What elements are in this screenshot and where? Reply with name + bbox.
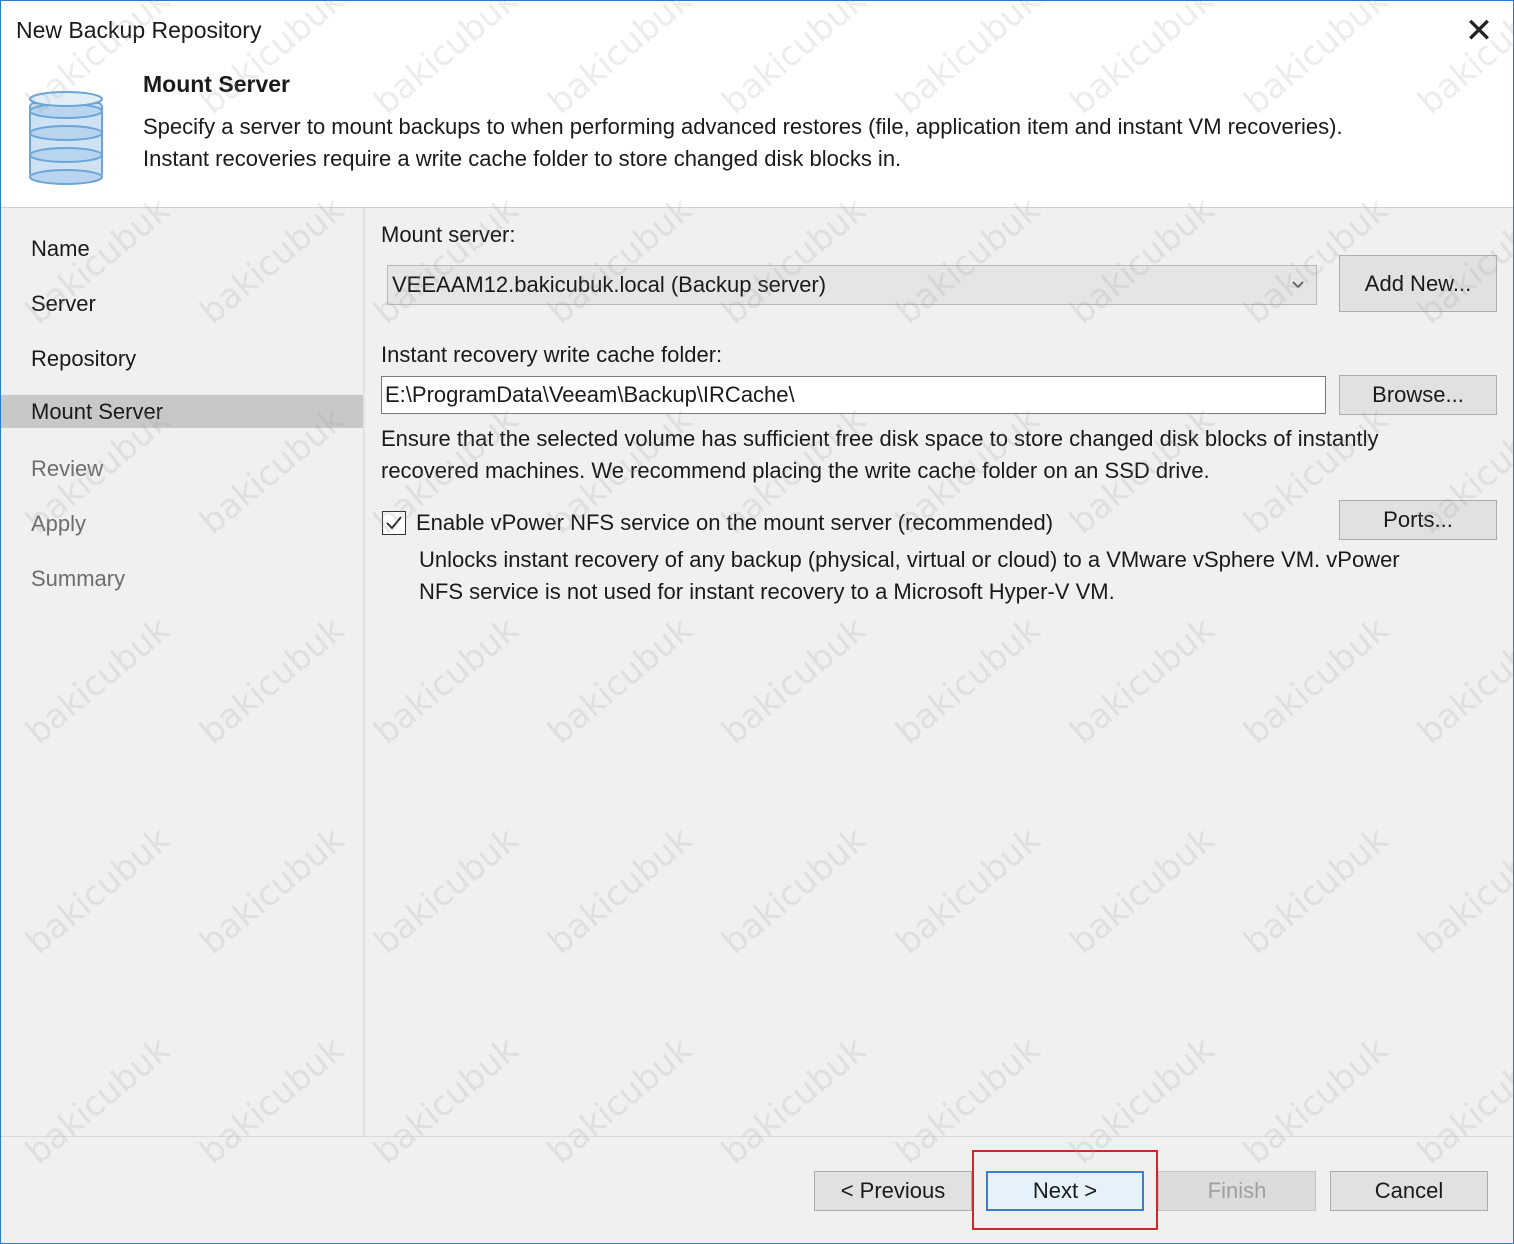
add-new-button[interactable]: Add New... xyxy=(1339,255,1497,312)
sidebar-item-name[interactable]: Name xyxy=(1,232,363,265)
mount-server-value: VEEAAM12.bakicubuk.local (Backup server) xyxy=(392,272,827,297)
footer-divider xyxy=(1,1136,1513,1137)
sidebar-item-review: Review xyxy=(31,456,104,481)
mount-server-dropdown[interactable]: VEEAAM12.bakicubuk.local (Backup server) xyxy=(387,265,1317,305)
sidebar-item-apply: Apply xyxy=(31,511,87,536)
wizard-window: New Backup Repository ✕ Mount Server Spe… xyxy=(0,0,1514,1244)
window-title: New Backup Repository xyxy=(16,17,262,43)
cache-folder-hint: Ensure that the selected volume has suff… xyxy=(381,423,1501,487)
mount-server-label: Mount server: xyxy=(381,222,516,247)
sidebar-item-mount-server[interactable]: Mount Server xyxy=(1,395,363,428)
chevron-down-icon xyxy=(1288,266,1308,304)
vpower-nfs-note: Unlocks instant recovery of any backup (… xyxy=(419,544,1509,608)
vpower-nfs-note-line: NFS service is not used for instant reco… xyxy=(419,579,1115,604)
wizard-header: New Backup Repository ✕ Mount Server Spe… xyxy=(1,1,1513,208)
step-description: Specify a server to mount backups to whe… xyxy=(143,111,1483,175)
finish-button: Finish xyxy=(1158,1171,1316,1211)
step-description-line: Instant recoveries require a write cache… xyxy=(143,146,902,171)
step-content: Mount server: VEEAAM12.bakicubuk.local (… xyxy=(365,208,1513,1136)
wizard-steps-sidebar: Name Server Repository Mount Server Revi… xyxy=(1,208,365,1136)
cache-folder-label: Instant recovery write cache folder: xyxy=(381,342,723,367)
sidebar-item-summary: Summary xyxy=(31,566,126,591)
cache-folder-input[interactable]: E:\ProgramData\Veeam\Backup\IRCache\ xyxy=(381,376,1326,414)
step-description-line: Specify a server to mount backups to whe… xyxy=(143,114,1343,139)
step-heading: Mount Server xyxy=(143,71,290,97)
close-icon[interactable]: ✕ xyxy=(1461,13,1497,49)
checkmark-icon xyxy=(386,516,402,530)
sidebar-item-repository[interactable]: Repository xyxy=(1,342,363,375)
previous-button[interactable]: < Previous xyxy=(814,1171,972,1211)
ports-button[interactable]: Ports... xyxy=(1339,500,1497,540)
cancel-button[interactable]: Cancel xyxy=(1330,1171,1488,1211)
cache-folder-hint-line: recovered machines. We recommend placing… xyxy=(381,458,1210,483)
browse-button[interactable]: Browse... xyxy=(1339,375,1497,415)
vpower-nfs-note-line: Unlocks instant recovery of any backup (… xyxy=(419,547,1400,572)
cache-folder-hint-line: Ensure that the selected volume has suff… xyxy=(381,426,1379,451)
database-icon xyxy=(29,91,103,185)
vpower-nfs-checkbox[interactable] xyxy=(382,511,406,535)
next-button[interactable]: Next > xyxy=(986,1171,1144,1211)
vpower-nfs-label[interactable]: Enable vPower NFS service on the mount s… xyxy=(416,510,1053,536)
sidebar-item-server[interactable]: Server xyxy=(1,287,363,320)
